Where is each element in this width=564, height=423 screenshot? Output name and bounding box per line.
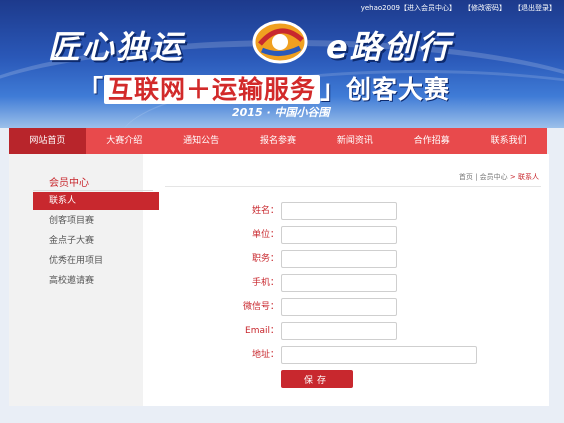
slogan-left: 匠心独运 (48, 28, 185, 66)
email-label: Email： (245, 326, 279, 336)
nav-item-intro[interactable]: 大赛介绍 (86, 128, 163, 154)
sidebar-item-excellent-projects[interactable]: 优秀在用项目 (33, 252, 159, 270)
change-password-link[interactable]: 【修改密码】 (464, 3, 506, 15)
nav-item-news[interactable]: 新闻资讯 (316, 128, 393, 154)
breadcrumb-member[interactable]: 会员中心 (480, 173, 508, 181)
contest-title: 「互联网＋运输服务 」创客大赛 (78, 70, 498, 104)
sidebar-title: 会员中心 (49, 178, 89, 189)
name-label: 姓名： (251, 206, 279, 216)
nav-item-notices[interactable]: 通知公告 (163, 128, 240, 154)
phone-label: 手机： (251, 278, 279, 288)
sidebar-item-idea-contest[interactable]: 金点子大赛 (33, 232, 159, 250)
sidebar-item-university-contest[interactable]: 高校邀请赛 (33, 272, 159, 290)
wechat-field[interactable] (281, 298, 397, 316)
position-field[interactable] (281, 250, 397, 268)
name-field[interactable] (281, 202, 397, 220)
main-nav: 网站首页 大赛介绍 通知公告 报名参赛 新闻资讯 合作招募 联系我们 (9, 128, 547, 154)
wechat-label: 微信号： (242, 302, 279, 312)
company-field[interactable] (281, 226, 397, 244)
address-label: 地址： (251, 350, 279, 360)
slogan-right: e路创行 (326, 28, 452, 66)
e-globe-logo-icon (252, 20, 308, 64)
sidebar-item-maker-project[interactable]: 创客项目赛 (33, 212, 159, 230)
nav-item-partners[interactable]: 合作招募 (393, 128, 470, 154)
title-highlight: 互联网＋运输服务 (104, 75, 321, 104)
email-field[interactable] (281, 322, 397, 340)
breadcrumb-current: 联系人 (518, 173, 539, 181)
save-button[interactable]: 保存 (281, 370, 353, 388)
nav-item-home[interactable]: 网站首页 (9, 128, 86, 154)
breadcrumb-separator: | (472, 173, 480, 181)
year-location: 2015 · 中国小谷围 (232, 106, 330, 119)
sidebar-item-contact[interactable]: 联系人 (33, 192, 159, 210)
logout-link[interactable]: 【退出登录】 (514, 3, 556, 15)
nav-item-register[interactable]: 报名参赛 (240, 128, 317, 154)
breadcrumb-divider (165, 186, 541, 187)
breadcrumb-arrow: > (507, 173, 518, 181)
phone-field[interactable] (281, 274, 397, 292)
nav-item-contact[interactable]: 联系我们 (470, 128, 547, 154)
sidebar-divider (33, 190, 153, 191)
position-label: 职务： (251, 254, 279, 264)
breadcrumb-home[interactable]: 首页 (459, 173, 473, 181)
address-field[interactable] (281, 346, 477, 364)
user-links: yehao2009【进入会员中心】 【修改密码】 【退出登录】 (361, 3, 556, 15)
content-card: 会员中心 联系人 创客项目赛 金点子大赛 优秀在用项目 高校邀请赛 首页 | 会… (9, 154, 549, 406)
company-label: 单位： (251, 230, 279, 240)
title-rest: 」创客大赛 (320, 75, 451, 104)
title-bracket-open: 「 (78, 75, 105, 104)
breadcrumb: 首页 | 会员中心 > 联系人 (459, 172, 539, 182)
header-banner: yehao2009【进入会员中心】 【修改密码】 【退出登录】 匠心独运 e路创… (0, 0, 564, 128)
member-center-link[interactable]: yehao2009【进入会员中心】 (361, 3, 456, 15)
